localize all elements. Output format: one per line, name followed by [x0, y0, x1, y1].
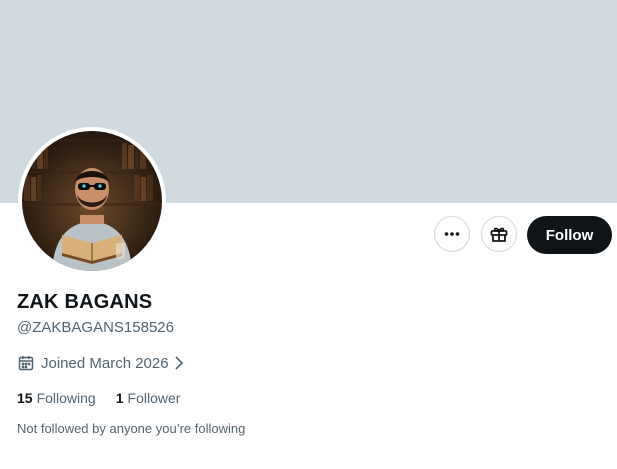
following-count: 15: [17, 390, 33, 406]
gift-button[interactable]: [481, 216, 517, 252]
avatar-photo: [22, 131, 162, 271]
avatar[interactable]: [18, 127, 166, 275]
followers-label: Follower: [127, 390, 181, 406]
calendar-icon: [18, 356, 34, 371]
followers-link[interactable]: 1 Follower: [116, 390, 181, 406]
joined-date: Joined March 2026: [41, 354, 169, 372]
more-options-button[interactable]: [434, 216, 470, 252]
follow-button[interactable]: Follow: [527, 216, 612, 254]
display-name: ZAK BAGANS: [17, 291, 153, 313]
more-icon: [444, 232, 460, 236]
followers-count: 1: [115, 390, 124, 406]
chevron-right-icon: [175, 356, 183, 370]
followed-by-note: Not followed by anyone you’re following: [17, 421, 246, 436]
gift-icon: [490, 227, 508, 242]
following-label: Following: [36, 390, 96, 406]
follow-stats: 15 Following 1 Follower: [17, 390, 180, 406]
user-handle: @ZAKBAGANS158526: [17, 319, 174, 336]
joined-date-link[interactable]: Joined March 2026: [17, 354, 185, 372]
following-link[interactable]: 15 Following: [17, 390, 96, 406]
